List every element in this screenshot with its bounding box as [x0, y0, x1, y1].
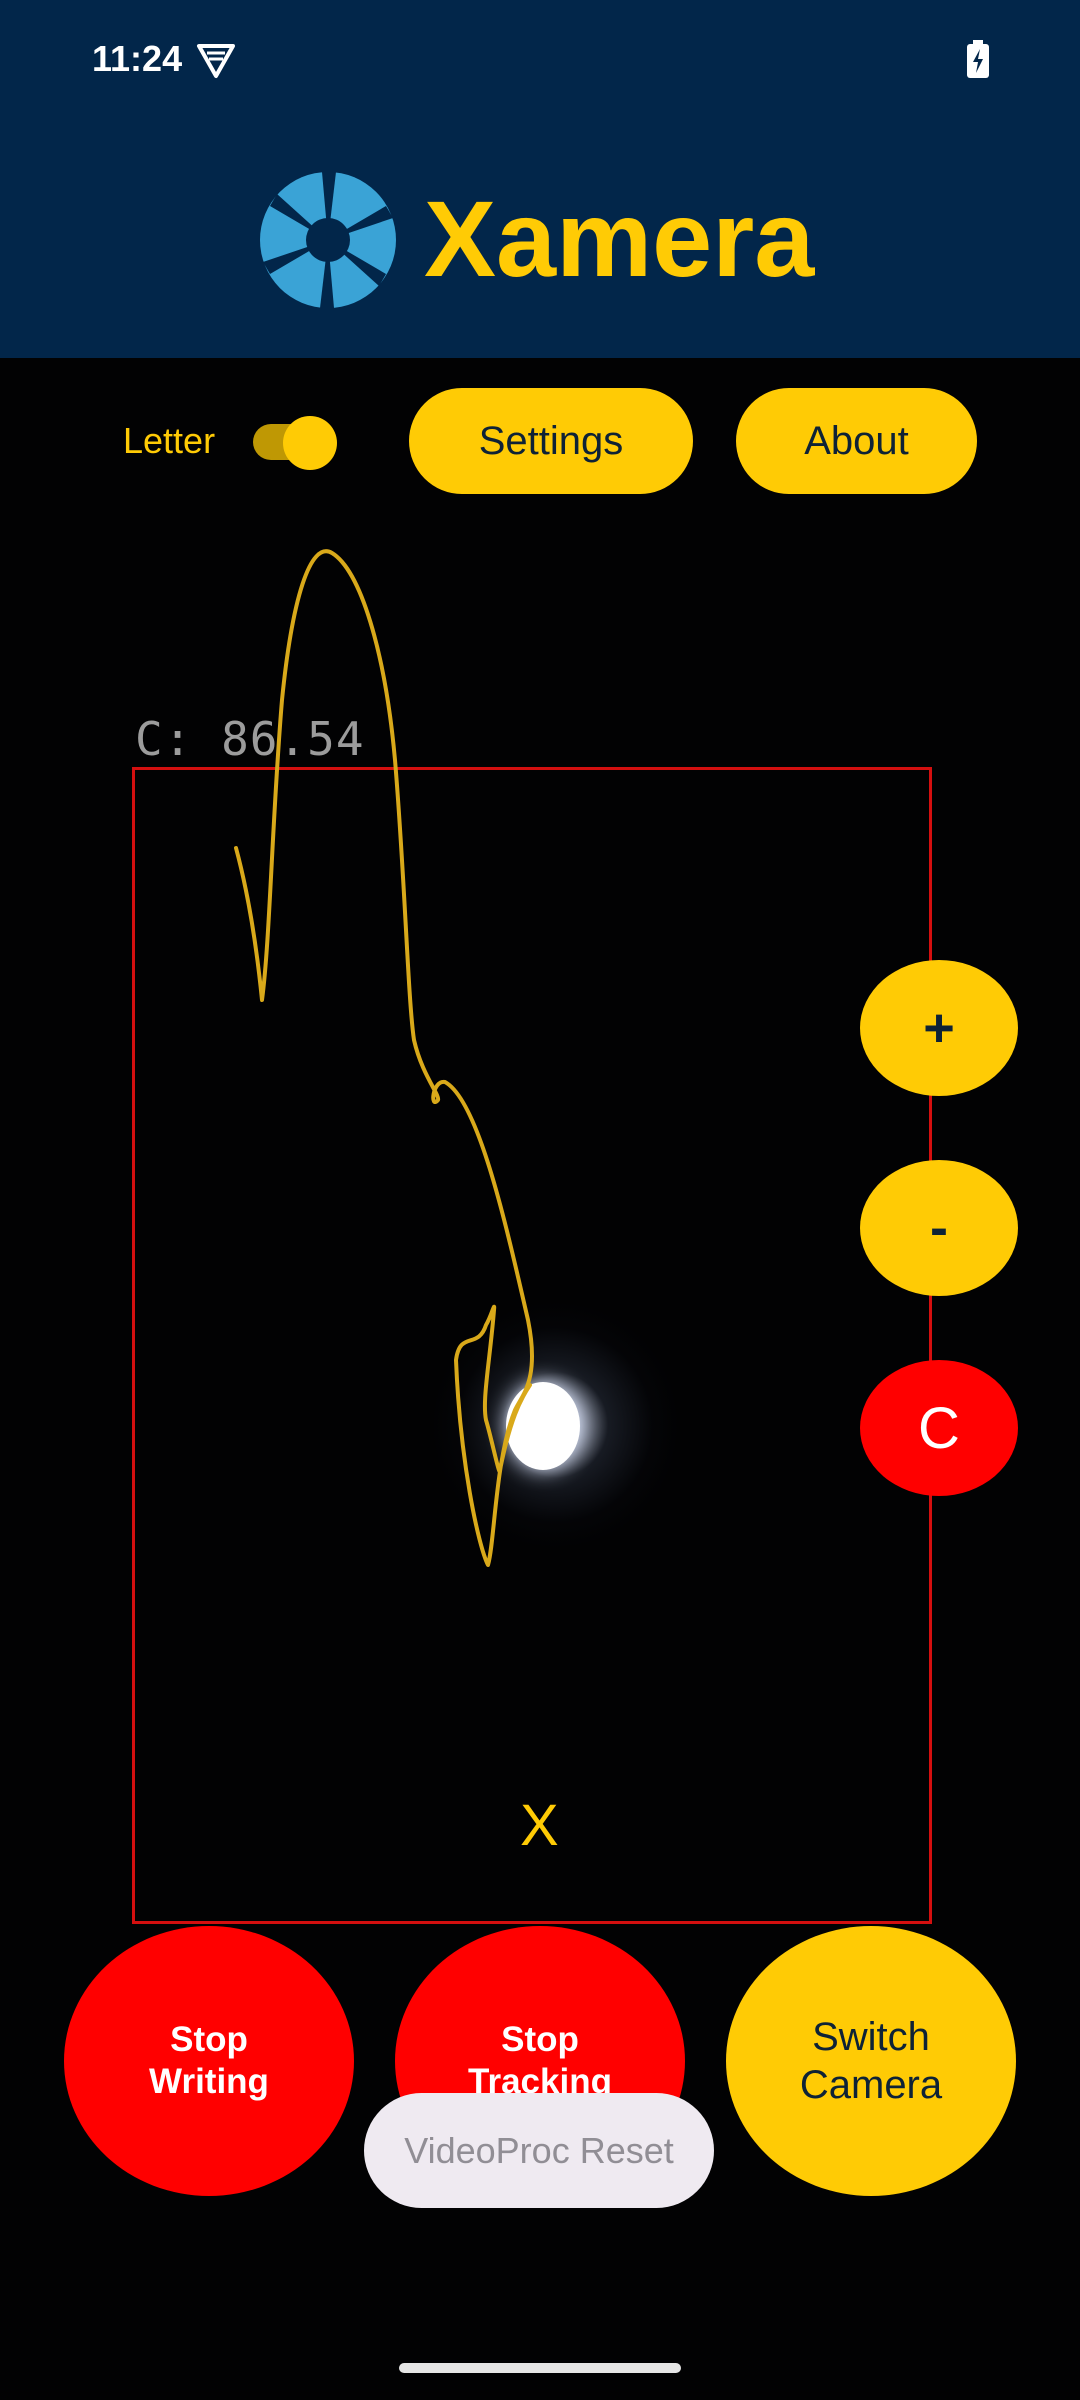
battery-charging-icon: [967, 40, 989, 78]
app-title: Xamera: [424, 178, 815, 299]
zoom-in-button[interactable]: +: [860, 960, 1018, 1096]
clear-button[interactable]: C: [860, 1360, 1018, 1496]
app-screen: 11:24 Xamera Letter Settings About C: 86…: [0, 0, 1080, 2400]
zoom-out-button[interactable]: -: [860, 1160, 1018, 1296]
gesture-nav-handle[interactable]: [399, 2363, 681, 2373]
about-button[interactable]: About: [736, 388, 977, 494]
toggle-thumb: [283, 416, 337, 470]
letter-toggle-switch[interactable]: [253, 416, 337, 470]
tracking-bounding-box: [132, 767, 932, 1924]
letter-toggle-label: Letter: [123, 420, 216, 461]
settings-button[interactable]: Settings: [409, 388, 693, 494]
detected-letter: X: [520, 1793, 559, 1858]
toast-message: VideoProc Reset: [364, 2093, 714, 2208]
stop-writing-label: Stop Writing: [149, 2020, 269, 2101]
switch-camera-button[interactable]: Switch Camera: [726, 1926, 1016, 2196]
camera-aperture-logo-icon: [260, 172, 396, 308]
status-time: 11:24: [92, 38, 183, 79]
app-header: 11:24 Xamera: [0, 0, 1080, 358]
vpn-shield-icon: [197, 44, 235, 78]
switch-camera-label: Switch Camera: [799, 2015, 943, 2107]
confidence-readout: C: 86.54: [135, 712, 365, 766]
stop-writing-button[interactable]: Stop Writing: [64, 1926, 354, 2196]
stop-tracking-label: Stop Tracking: [468, 2020, 612, 2101]
